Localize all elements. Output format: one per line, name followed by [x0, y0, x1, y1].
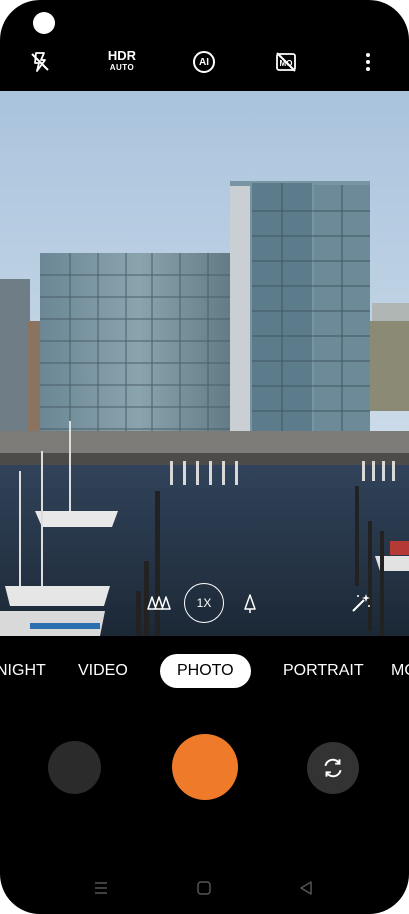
wide-angle-icon[interactable] — [138, 582, 180, 624]
more-vertical-icon[interactable] — [346, 40, 390, 84]
mode-photo[interactable]: PHOTO — [160, 654, 251, 688]
magic-wand-icon[interactable] — [340, 582, 382, 624]
flash-off-icon[interactable] — [18, 40, 62, 84]
capture-controls — [0, 734, 409, 802]
hdr-button[interactable]: HDR AUTO — [100, 40, 144, 84]
lens-selector: 1X — [0, 582, 409, 624]
mode-portrait[interactable]: PORTRAIT — [283, 654, 364, 688]
camera-toolbar: HDR AUTO AI MO — [0, 40, 409, 84]
telephoto-icon[interactable] — [229, 582, 271, 624]
back-icon[interactable] — [286, 870, 326, 906]
switch-camera-button[interactable] — [307, 742, 359, 794]
motion-off-icon[interactable]: MO — [264, 40, 308, 84]
hdr-mode-label: AUTO — [109, 63, 135, 72]
zoom-button[interactable]: 1X — [183, 582, 225, 624]
hdr-auto-icon: HDR AUTO — [107, 48, 137, 74]
recents-icon[interactable] — [81, 870, 121, 906]
camera-app: HDR AUTO AI MO 1X NIGHT VIDEO PHOTO PORT… — [0, 0, 409, 914]
mode-carousel: NIGHT VIDEO PHOTO PORTRAIT MO — [0, 654, 409, 688]
home-icon[interactable] — [184, 870, 224, 906]
ai-button[interactable]: AI — [182, 40, 226, 84]
mode-more[interactable]: MO — [391, 654, 409, 688]
system-navigation-bar — [0, 870, 409, 906]
shutter-button[interactable] — [172, 734, 238, 800]
camera-viewfinder[interactable] — [0, 91, 409, 636]
mode-video[interactable]: VIDEO — [78, 654, 128, 688]
zoom-level: 1X — [184, 583, 224, 623]
gallery-thumbnail[interactable] — [48, 741, 101, 794]
switch-camera-icon — [324, 758, 342, 778]
front-camera-cutout — [33, 12, 55, 34]
ai-icon: AI — [193, 51, 215, 73]
mode-night[interactable]: NIGHT — [0, 654, 46, 688]
hdr-label: HDR — [107, 48, 137, 63]
